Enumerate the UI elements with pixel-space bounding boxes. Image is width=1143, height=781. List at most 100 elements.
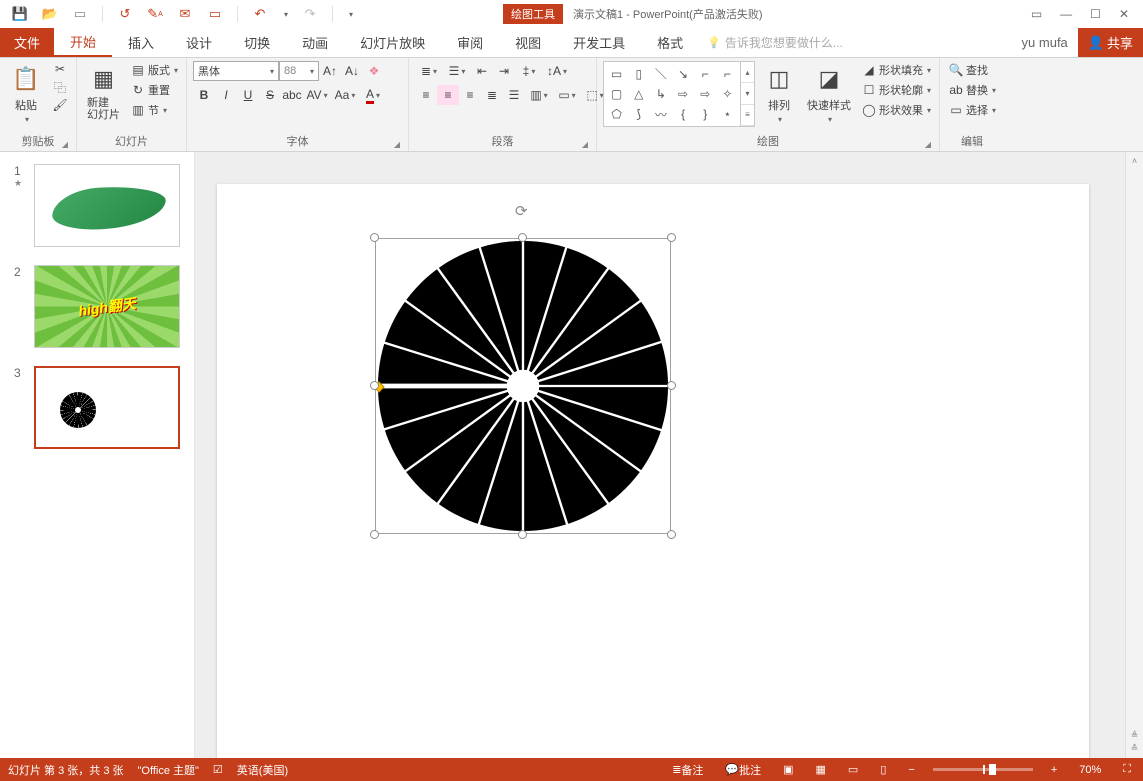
collapse-ribbon-icon[interactable]: ˄ (1132, 156, 1137, 166)
tell-me-search[interactable]: 告诉我您想要做什么... (707, 28, 843, 57)
font-name-combo[interactable]: 黑体▾ (193, 61, 279, 81)
shape-block-arrow2-icon[interactable]: ⇨ (695, 84, 716, 103)
tab-animations[interactable]: 动画 (286, 28, 344, 57)
reset-button[interactable]: ↻重置 (128, 81, 180, 99)
next-slide-icon[interactable]: ≛ (1131, 743, 1139, 754)
change-case-button[interactable]: Aa▾ (331, 85, 359, 105)
shape-arrow-icon[interactable]: ↘ (673, 64, 694, 83)
slide-counter[interactable]: 幻灯片 第 3 张，共 3 张 (8, 762, 124, 778)
shapes-gallery[interactable]: ▭▯＼↘⌐⌐ ▢△↳⇨⇨✧ ⬠⟆〰{}⋆ (603, 61, 741, 127)
resize-handle-s[interactable] (518, 530, 527, 539)
section-button[interactable]: ▥节▾ (128, 101, 180, 119)
tab-view[interactable]: 视图 (499, 28, 557, 57)
shape-vtextbox-icon[interactable]: ▯ (628, 64, 649, 83)
format-painter-button[interactable]: 🖌 (50, 97, 70, 113)
select-button[interactable]: ▭选择▾ (946, 101, 998, 119)
drawing-launcher[interactable]: ◢ (925, 140, 931, 149)
ribbon-options-icon[interactable]: ▭ (1031, 7, 1042, 21)
slide-canvas-area[interactable]: ⟳ (195, 152, 1125, 758)
justify-button[interactable]: ≣ (481, 85, 503, 105)
maximize-icon[interactable]: ☐ (1090, 7, 1101, 21)
zoom-slider[interactable] (933, 768, 1033, 771)
shape-rect-icon[interactable]: ▢ (606, 84, 627, 103)
thumb-preview-3[interactable] (34, 366, 180, 449)
language[interactable]: 英语(美国) (237, 762, 288, 778)
line-spacing-button[interactable]: ‡▾ (515, 61, 543, 81)
save-icon[interactable]: 💾 (12, 6, 28, 22)
resize-handle-nw[interactable] (370, 233, 379, 242)
shape-elbow-arrow-icon[interactable]: ↳ (650, 84, 671, 103)
shape-lbrace-icon[interactable]: { (673, 105, 694, 124)
dec-indent-button[interactable]: ⇤ (471, 61, 493, 81)
new-icon[interactable]: ▭ (72, 6, 88, 22)
minimize-icon[interactable]: — (1060, 7, 1072, 21)
thumb-slide-3[interactable]: 3 (14, 366, 180, 449)
quick-styles-button[interactable]: ◪ 快速样式▾ (803, 61, 855, 126)
align-center-button[interactable]: ≡ (437, 85, 459, 105)
shadow-button[interactable]: abc (281, 85, 303, 105)
italic-button[interactable]: I (215, 85, 237, 105)
shape-elbow-icon[interactable]: ⌐ (695, 64, 716, 83)
spell-check-icon[interactable]: ☑ (213, 763, 223, 776)
grow-font-button[interactable]: A↑ (319, 61, 341, 81)
align-text-button[interactable]: ▭▾ (553, 85, 581, 105)
shape-penta-icon[interactable]: ⬠ (606, 105, 627, 124)
fit-to-window-icon[interactable]: ⛶ (1119, 763, 1135, 776)
slide-thumbnail-panel[interactable]: 1★ 2 high翻天 3 (0, 152, 195, 758)
shape-elbow2-icon[interactable]: ⌐ (717, 64, 738, 83)
shape-freeform-icon[interactable]: 〰 (650, 105, 671, 124)
shape-rbrace-icon[interactable]: } (695, 105, 716, 124)
char-spacing-button[interactable]: AV▾ (303, 85, 331, 105)
shapes-gallery-scroll[interactable]: ▴▾≡ (741, 61, 755, 127)
zoom-out-button[interactable]: − (904, 764, 918, 776)
thumb-slide-2[interactable]: 2 high翻天 (14, 265, 180, 348)
start-from-beginning-icon[interactable]: ▭ (207, 6, 223, 22)
resize-handle-se[interactable] (667, 530, 676, 539)
layout-button[interactable]: ▤版式▾ (128, 61, 180, 79)
resize-handle-sw[interactable] (370, 530, 379, 539)
shape-outline-button[interactable]: ☐形状轮廓▾ (859, 81, 933, 99)
strike-button[interactable]: S (259, 85, 281, 105)
prev-slide-icon[interactable]: ≜ (1131, 730, 1139, 741)
shape-fill-button[interactable]: ◢形状填充▾ (859, 61, 933, 79)
slideshow-view-icon[interactable]: ▯ (876, 763, 890, 776)
find-button[interactable]: 🔍查找 (946, 61, 998, 79)
resize-handle-w[interactable] (370, 381, 379, 390)
tab-review[interactable]: 审阅 (441, 28, 499, 57)
paragraph-launcher[interactable]: ◢ (582, 140, 588, 149)
shrink-font-button[interactable]: A↓ (341, 61, 363, 81)
shape-textbox-icon[interactable]: ▭ (606, 64, 627, 83)
tab-slideshow[interactable]: 幻灯片放映 (344, 28, 441, 57)
shape-line-icon[interactable]: ＼ (650, 64, 671, 83)
tab-format[interactable]: 格式 (641, 28, 699, 57)
paste-button[interactable]: 📋 粘贴 ▾ (6, 61, 46, 126)
align-right-button[interactable]: ≡ (459, 85, 481, 105)
font-launcher[interactable]: ◢ (394, 140, 400, 149)
resize-handle-n[interactable] (518, 233, 527, 242)
underline-button[interactable]: U (237, 85, 259, 105)
thumb-preview-1[interactable] (34, 164, 180, 247)
email-icon[interactable]: ✉ (177, 6, 193, 22)
thumb-slide-1[interactable]: 1★ (14, 164, 180, 247)
spelling-icon[interactable]: ✎A (147, 6, 163, 22)
align-left-button[interactable]: ≡ (415, 85, 437, 105)
user-name[interactable]: yu mufa (1012, 28, 1078, 57)
rotate-handle-icon[interactable]: ⟳ (515, 202, 531, 218)
theme-name[interactable]: "Office 主题" (138, 762, 199, 778)
shape-star-icon[interactable]: ⋆ (717, 105, 738, 124)
tab-developer[interactable]: 开发工具 (557, 28, 641, 57)
share-button[interactable]: 👤共享 (1078, 28, 1143, 57)
resize-handle-ne[interactable] (667, 233, 676, 242)
undo-dropdown[interactable]: ▾ (284, 10, 288, 19)
qat-customize[interactable]: ▾ (349, 10, 353, 19)
clear-format-button[interactable]: ❖ (363, 61, 385, 81)
selected-shape[interactable]: ⟳ (375, 238, 671, 534)
shape-curve-icon[interactable]: ⟆ (628, 105, 649, 124)
bold-button[interactable]: B (193, 85, 215, 105)
columns-button[interactable]: ▥▾ (525, 85, 553, 105)
tab-insert[interactable]: 插入 (112, 28, 170, 57)
reading-view-icon[interactable]: ▭ (844, 763, 862, 776)
numbering-button[interactable]: ☰▾ (443, 61, 471, 81)
copy-button[interactable]: ⿻ (50, 79, 70, 95)
normal-view-icon[interactable]: ▣ (779, 763, 797, 776)
